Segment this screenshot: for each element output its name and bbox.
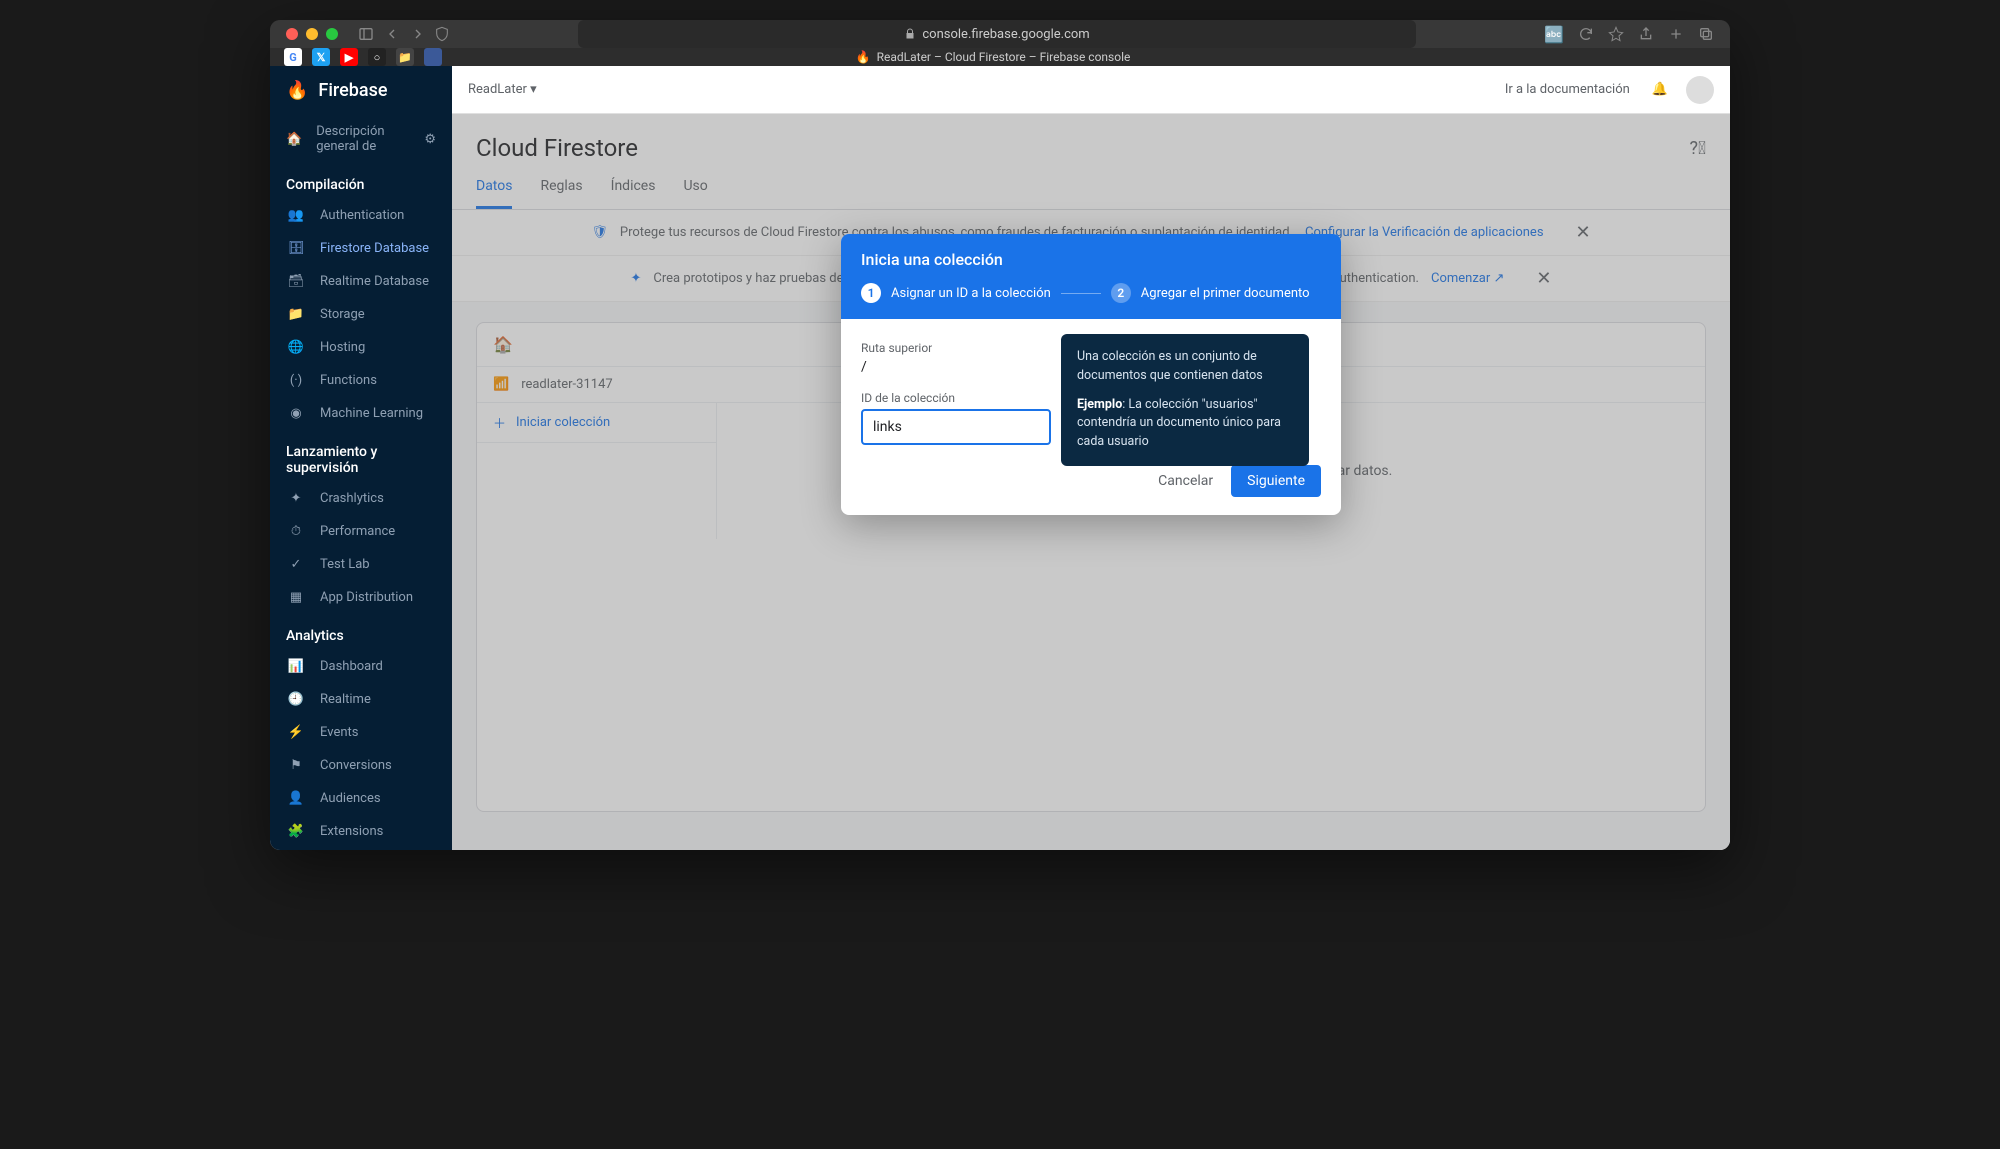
- fav-youtube-icon[interactable]: ▶: [340, 48, 358, 66]
- firebase-console: 🔥 Firebase 🏠Descripción general de ⚙ Com…: [270, 66, 1730, 850]
- sidebar-item-ml[interactable]: ◉Machine Learning: [270, 397, 452, 430]
- sidebar-item-hosting[interactable]: 🌐Hosting: [270, 331, 452, 364]
- gear-icon[interactable]: ⚙: [424, 132, 436, 147]
- browser-chrome: console.firebase.google.com 🔤: [270, 20, 1730, 48]
- star-icon[interactable]: [1608, 26, 1624, 42]
- modal-header: Inicia una colección 1 Asignar un ID a l…: [841, 234, 1341, 319]
- back-icon[interactable]: [384, 26, 400, 42]
- puzzle-icon: 🧩: [286, 824, 306, 839]
- modal-actions: Cancelar Siguiente: [841, 465, 1341, 515]
- bolt-icon: ⚡: [286, 725, 306, 740]
- tabs-icon[interactable]: [1698, 26, 1714, 42]
- home-icon: 🏠: [286, 132, 302, 147]
- sidebar-item-conversions[interactable]: ⚑Conversions: [270, 749, 452, 782]
- lock-icon: [904, 28, 916, 40]
- browser-tab[interactable]: 🔥 ReadLater – Cloud Firestore – Firebase…: [456, 50, 1530, 64]
- project-bar: ReadLater ▾ Ir a la documentación 🔔: [452, 66, 1730, 114]
- forward-icon[interactable]: [410, 26, 426, 42]
- reload-icon[interactable]: [1578, 26, 1594, 42]
- plan-panel: Spark Gratis $0 por mes Actualizar: [270, 848, 452, 850]
- modal-body: Ruta superior / ID de la colección Una c…: [841, 319, 1341, 465]
- share-icon[interactable]: [1638, 26, 1654, 42]
- globe-icon: 🌐: [286, 340, 306, 355]
- section-analytics: Analytics: [270, 614, 452, 650]
- bell-icon[interactable]: 🔔: [1652, 82, 1668, 97]
- modal-overlay: Inicia una colección 1 Asignar un ID a l…: [452, 114, 1730, 850]
- people-icon: 👥: [286, 208, 306, 223]
- sidebar-item-audiences[interactable]: 👤Audiences: [270, 782, 452, 815]
- sidebar-item-firestore[interactable]: 🗄Firestore Database: [270, 232, 452, 265]
- traffic-lights[interactable]: [286, 28, 338, 40]
- chevron-down-icon: ▾: [530, 82, 537, 97]
- modal-title: Inicia una colección: [861, 250, 1321, 269]
- sidebar-item-testlab[interactable]: ✓Test Lab: [270, 548, 452, 581]
- close-window-icon[interactable]: [286, 28, 298, 40]
- sidebar-item-realtime-db[interactable]: 🗃Realtime Database: [270, 265, 452, 298]
- step-1-badge: 1: [861, 283, 881, 303]
- firebase-logo-icon: 🔥: [286, 80, 308, 101]
- chart-icon: 📊: [286, 659, 306, 674]
- sidebar-item-functions[interactable]: (·)Functions: [270, 364, 452, 397]
- avatar[interactable]: [1686, 76, 1714, 104]
- firestore-icon: 🗄: [286, 241, 306, 256]
- favorites-bar: G 𝕏 ▶ ○ 📁: [270, 48, 456, 66]
- sidebar-item-authentication[interactable]: 👥Authentication: [270, 199, 452, 232]
- modal-steps: 1 Asignar un ID a la colección 2 Agregar…: [861, 283, 1321, 303]
- step-1-label: Asignar un ID a la colección: [891, 286, 1051, 301]
- fav-google-icon[interactable]: G: [284, 48, 302, 66]
- url-bar[interactable]: console.firebase.google.com: [578, 20, 1416, 48]
- folder-icon: 📁: [286, 307, 306, 322]
- fav-icon[interactable]: [424, 48, 442, 66]
- tab-strip: G 𝕏 ▶ ○ 📁 🔥 ReadLater – Cloud Firestore …: [270, 48, 1730, 66]
- fav-icon[interactable]: 📁: [396, 48, 414, 66]
- sidebar-item-dashboard[interactable]: 📊Dashboard: [270, 650, 452, 683]
- project-selector[interactable]: ReadLater ▾: [468, 82, 537, 97]
- firebase-brand[interactable]: 🔥 Firebase: [270, 66, 452, 115]
- collection-id-input[interactable]: [861, 409, 1051, 445]
- database-icon: 🗃: [286, 274, 306, 289]
- sidebar-overview[interactable]: 🏠Descripción general de ⚙: [270, 115, 452, 163]
- fav-twitter-icon[interactable]: 𝕏: [312, 48, 330, 66]
- ml-icon: ◉: [286, 406, 306, 421]
- minimize-window-icon[interactable]: [306, 28, 318, 40]
- url-text: console.firebase.google.com: [922, 27, 1089, 42]
- zoom-window-icon[interactable]: [326, 28, 338, 40]
- fav-icon[interactable]: ○: [368, 48, 386, 66]
- step-divider: [1061, 293, 1101, 294]
- check-icon: ✓: [286, 557, 306, 572]
- sidebar-item-storage[interactable]: 📁Storage: [270, 298, 452, 331]
- flag-icon: ⚑: [286, 758, 306, 773]
- cancel-button[interactable]: Cancelar: [1158, 473, 1213, 489]
- start-collection-modal: Inicia una colección 1 Asignar un ID a l…: [841, 234, 1341, 515]
- sidebar-item-performance[interactable]: ⏱Performance: [270, 515, 452, 548]
- apps-icon: ▦: [286, 590, 306, 605]
- firebase-favicon-icon: 🔥: [856, 50, 871, 64]
- sidebar-item-events[interactable]: ⚡Events: [270, 716, 452, 749]
- sidebar-toggle-icon[interactable]: [358, 26, 374, 42]
- audience-icon: 👤: [286, 791, 306, 806]
- sidebar: 🔥 Firebase 🏠Descripción general de ⚙ Com…: [270, 66, 452, 850]
- section-build: Compilación: [270, 163, 452, 199]
- speed-icon: ⏱: [286, 524, 306, 539]
- step-2-badge: 2: [1111, 283, 1131, 303]
- docs-link[interactable]: Ir a la documentación: [1505, 82, 1630, 97]
- sidebar-item-appdist[interactable]: ▦App Distribution: [270, 581, 452, 614]
- translate-icon[interactable]: 🔤: [1544, 25, 1564, 44]
- info-tooltip: Una colección es un conjunto de document…: [1061, 334, 1309, 466]
- crashlytics-icon: ✦: [286, 491, 306, 506]
- clock-icon: 🕘: [286, 692, 306, 707]
- sidebar-item-realtime[interactable]: 🕘Realtime: [270, 683, 452, 716]
- sidebar-item-extensions[interactable]: 🧩Extensions: [270, 815, 452, 848]
- section-release: Lanzamiento y supervisión: [270, 430, 452, 482]
- new-tab-icon[interactable]: [1668, 26, 1684, 42]
- next-button[interactable]: Siguiente: [1231, 465, 1321, 497]
- sidebar-item-crashlytics[interactable]: ✦Crashlytics: [270, 482, 452, 515]
- shield-icon[interactable]: [434, 26, 450, 42]
- step-2-label: Agregar el primer documento: [1141, 286, 1310, 301]
- functions-icon: (·): [286, 373, 306, 388]
- browser-window: console.firebase.google.com 🔤 G 𝕏 ▶ ○ 📁 …: [270, 20, 1730, 850]
